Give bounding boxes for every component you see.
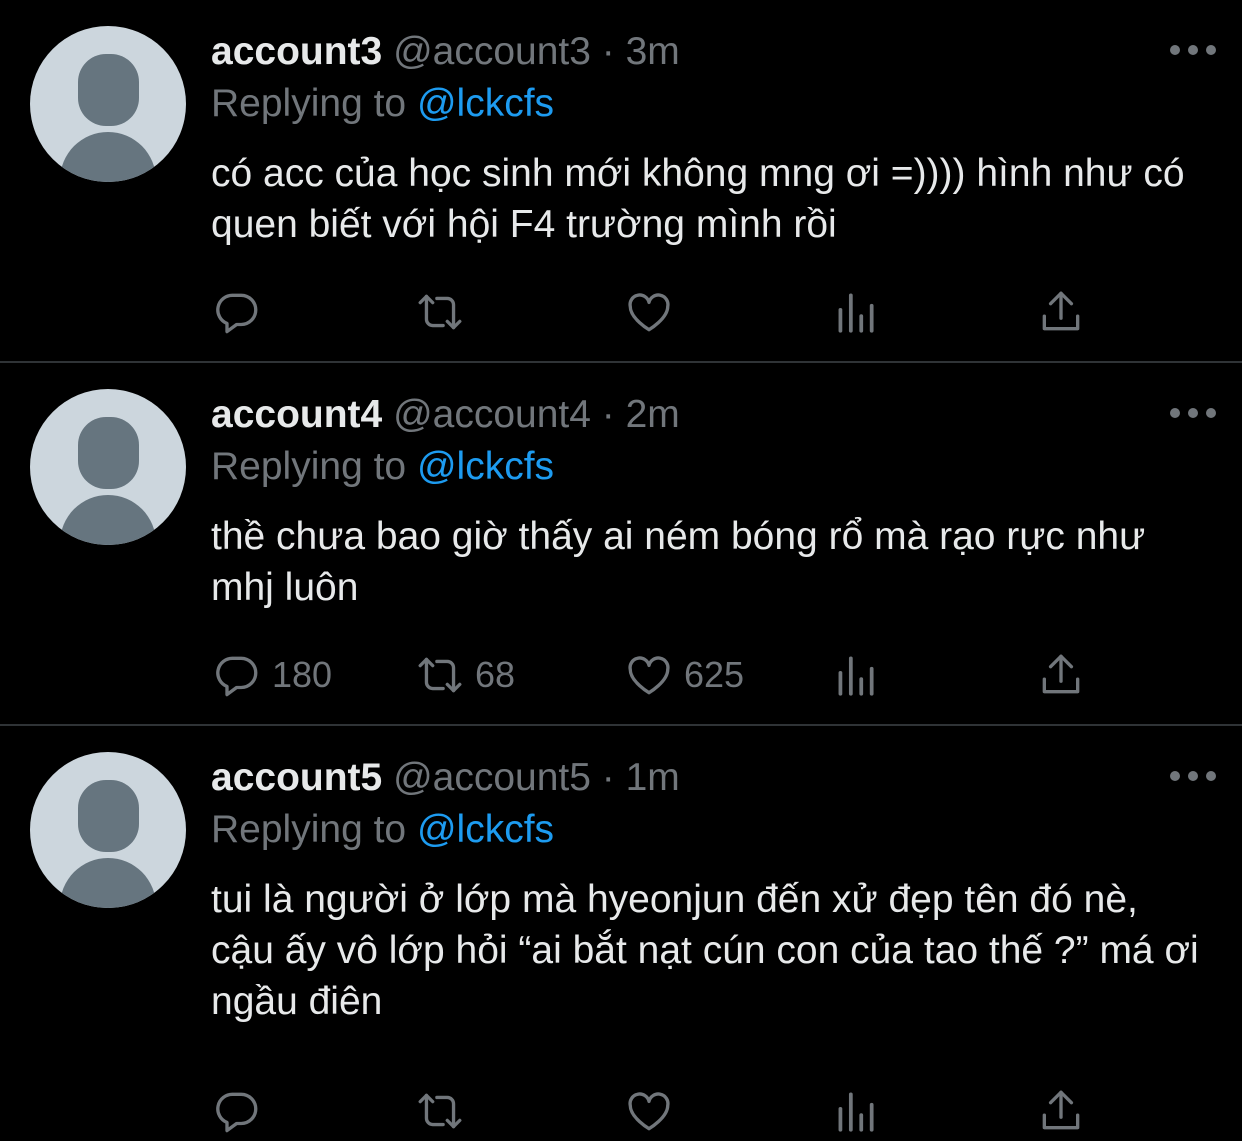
replying-to-link[interactable]: @lckcfs [417,82,554,125]
heart-icon [628,1092,670,1131]
like-button[interactable]: 625 [624,645,744,705]
reply-thread: account3 @account3 · 3m Replying to @lck… [0,0,1242,1138]
reply-icon [216,293,258,334]
tweet-text: có acc của học sinh mới không mng ơi =))… [211,152,1185,246]
share-icon [1042,654,1080,694]
action-bar [0,1081,1242,1141]
share-icon [1042,291,1080,331]
views-icon [838,656,874,696]
replying-to-link[interactable]: @lckcfs [417,445,554,488]
replying-to-link[interactable]: @lckcfs [417,808,554,851]
views-icon [838,293,874,333]
display-name[interactable]: account5 [211,756,382,799]
avatar[interactable] [30,389,186,545]
views-button[interactable] [830,282,880,342]
views-button[interactable] [830,645,880,705]
default-avatar-head [78,780,139,852]
like-count: 625 [684,654,745,695]
default-avatar-body [60,495,156,545]
reply-button[interactable] [212,282,272,342]
replying-label: Replying to [211,82,407,125]
retweet-button[interactable]: 68 [415,645,515,705]
handle[interactable]: @account4 [393,393,591,436]
reply-button[interactable]: 180 [212,645,332,705]
default-avatar-head [78,54,139,126]
replying-to: Replying to @lckcfs [211,443,554,491]
retweet-icon [418,294,462,330]
retweet-icon [418,657,462,693]
default-avatar-head [78,417,139,489]
tweet-text: thề chưa bao giờ thấy ai ném bóng rổ mà … [211,515,1146,609]
share-button[interactable] [1036,1081,1086,1141]
timestamp[interactable]: · 2m [602,393,680,436]
avatar[interactable] [30,752,186,908]
replying-label: Replying to [211,445,407,488]
handle[interactable]: @account5 [393,756,591,799]
like-button[interactable] [624,1081,684,1141]
tweet-header: account3 @account3 · 3m [211,28,680,76]
timestamp[interactable]: · 1m [602,756,680,799]
reply-button[interactable] [212,1081,272,1141]
timestamp[interactable]: · 3m [602,30,680,73]
default-avatar-body [60,132,156,182]
tweet[interactable]: account3 @account3 · 3m Replying to @lck… [0,0,1242,363]
more-icon[interactable] [1170,403,1216,423]
replying-to: Replying to @lckcfs [211,806,554,854]
replying-to: Replying to @lckcfs [211,80,554,128]
views-icon [838,1092,874,1132]
retweet-button[interactable] [415,282,475,342]
like-button[interactable] [624,282,684,342]
retweet-icon [418,1093,462,1129]
default-avatar-body [60,858,156,908]
handle[interactable]: @account3 [393,30,591,73]
display-name[interactable]: account4 [211,393,382,436]
tweet[interactable]: account4 @account4 · 2m Replying to @lck… [0,363,1242,726]
action-bar [0,282,1242,342]
reply-icon [216,656,258,697]
tweet-header: account5 @account5 · 1m [211,754,680,802]
share-icon [1042,1090,1080,1130]
reply-icon [216,1092,258,1133]
share-button[interactable] [1036,282,1086,342]
tweet[interactable]: account5 @account5 · 1m Replying to @lck… [0,726,1242,1138]
tweet-header: account4 @account4 · 2m [211,391,680,439]
replying-label: Replying to [211,808,407,851]
action-bar: 180 68 625 [0,645,1242,705]
heart-icon [628,293,670,332]
reply-count: 180 [272,654,333,695]
retweet-button[interactable] [415,1081,475,1141]
avatar[interactable] [30,26,186,182]
more-icon[interactable] [1170,40,1216,60]
display-name[interactable]: account3 [211,30,382,73]
more-icon[interactable] [1170,766,1216,786]
retweet-count: 68 [475,654,516,695]
views-button[interactable] [830,1081,880,1141]
heart-icon [628,656,670,695]
tweet-text: tui là người ở lớp mà hyeonjun đến xử đẹ… [211,878,1199,1023]
share-button[interactable] [1036,645,1086,705]
